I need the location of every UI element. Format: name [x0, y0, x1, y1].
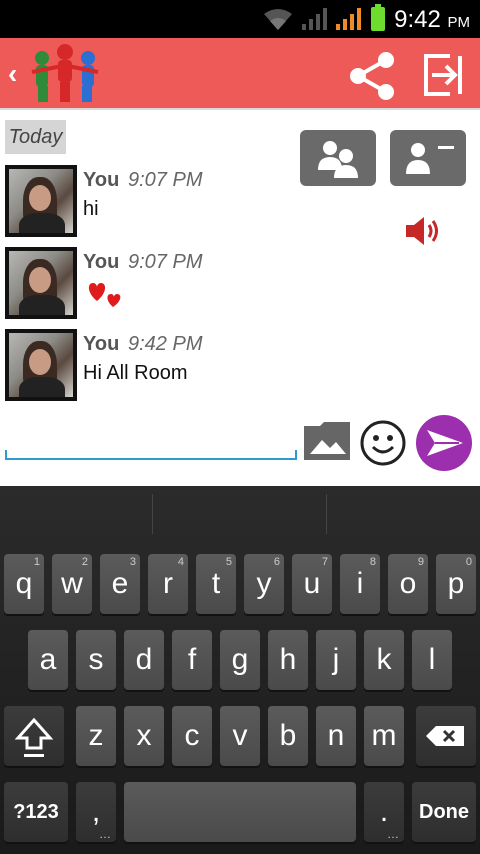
suggestion-strip [0, 486, 480, 542]
symbols-key[interactable]: ?123 [4, 782, 68, 842]
key-d[interactable]: d [124, 630, 164, 690]
key-y[interactable]: y6 [244, 554, 284, 614]
key-q[interactable]: q1 [4, 554, 44, 614]
key-a[interactable]: a [28, 630, 68, 690]
message-time: 9:42 PM [128, 333, 203, 355]
exit-icon[interactable] [420, 52, 466, 98]
status-bar: 9:42 PM [0, 0, 480, 38]
signal-icon-2 [336, 8, 361, 30]
message-sender: You [83, 251, 120, 273]
wifi-icon [264, 9, 292, 30]
key-h[interactable]: h [268, 630, 308, 690]
message-time: 9:07 PM [128, 251, 203, 273]
message-input-underline [5, 450, 297, 460]
contact-card-button[interactable] [390, 130, 466, 186]
status-time: 9:42 PM [394, 6, 470, 33]
key-n[interactable]: n [316, 706, 356, 766]
list-item: You 9:07 PM [5, 247, 305, 319]
key-c[interactable]: c [172, 706, 212, 766]
send-icon[interactable] [415, 414, 473, 472]
signal-icon [302, 8, 327, 30]
key-o[interactable]: o9 [388, 554, 428, 614]
keyboard: q1w2e3r4t5y6u7i8o9p0 asdfghjkl zxcvbnm ?… [0, 486, 480, 854]
message-text: Hi All Room [83, 362, 188, 384]
period-key[interactable]: .… [364, 782, 404, 842]
key-e[interactable]: e3 [100, 554, 140, 614]
message-text: hi [83, 198, 99, 220]
key-b[interactable]: b [268, 706, 308, 766]
shift-icon [14, 717, 54, 757]
key-i[interactable]: i8 [340, 554, 380, 614]
key-z[interactable]: z [76, 706, 116, 766]
key-l[interactable]: l [412, 630, 452, 690]
done-key[interactable]: Done [412, 782, 476, 842]
app-bar: ‹ [0, 38, 480, 110]
list-item: You 9:07 PM hi [5, 165, 305, 237]
message-input[interactable] [8, 426, 294, 452]
list-item: You 9:42 PM Hi All Room [5, 329, 305, 401]
key-s[interactable]: s [76, 630, 116, 690]
key-p[interactable]: p0 [436, 554, 476, 614]
avatar[interactable] [5, 329, 77, 401]
comma-key[interactable]: ,… [76, 782, 116, 842]
message-sender: You [83, 169, 120, 191]
key-m[interactable]: m [364, 706, 404, 766]
message-time: 9:07 PM [128, 169, 203, 191]
gallery-icon[interactable] [302, 420, 352, 462]
battery-icon [371, 4, 385, 31]
group-logo [31, 44, 99, 102]
avatar[interactable] [5, 247, 77, 319]
key-u[interactable]: u7 [292, 554, 332, 614]
key-v[interactable]: v [220, 706, 260, 766]
shift-key[interactable] [4, 706, 64, 766]
chat-area: Today You 9:07 PM hi You 9:07 PM You 9:4… [0, 110, 480, 486]
screen: 9:42 PM ‹ Today You 9:07 PM hi You 9:07 … [0, 0, 480, 854]
share-icon[interactable] [346, 50, 398, 102]
chevron-left-icon[interactable]: ‹ [8, 58, 17, 90]
speaker-icon[interactable] [404, 214, 444, 248]
emoji-icon[interactable] [359, 419, 407, 467]
contact-card-icon [406, 143, 454, 174]
date-label: Today [5, 120, 66, 154]
group-button[interactable] [300, 130, 376, 186]
group-icon [318, 141, 358, 178]
backspace-key[interactable] [416, 706, 476, 766]
key-k[interactable]: k [364, 630, 404, 690]
key-g[interactable]: g [220, 630, 260, 690]
key-x[interactable]: x [124, 706, 164, 766]
key-j[interactable]: j [316, 630, 356, 690]
key-w[interactable]: w2 [52, 554, 92, 614]
avatar[interactable] [5, 165, 77, 237]
key-t[interactable]: t5 [196, 554, 236, 614]
key-f[interactable]: f [172, 630, 212, 690]
message-sender: You [83, 333, 120, 355]
space-key[interactable] [124, 782, 356, 842]
backspace-icon [426, 726, 464, 746]
key-r[interactable]: r4 [148, 554, 188, 614]
hearts-sticker-icon [88, 283, 121, 307]
